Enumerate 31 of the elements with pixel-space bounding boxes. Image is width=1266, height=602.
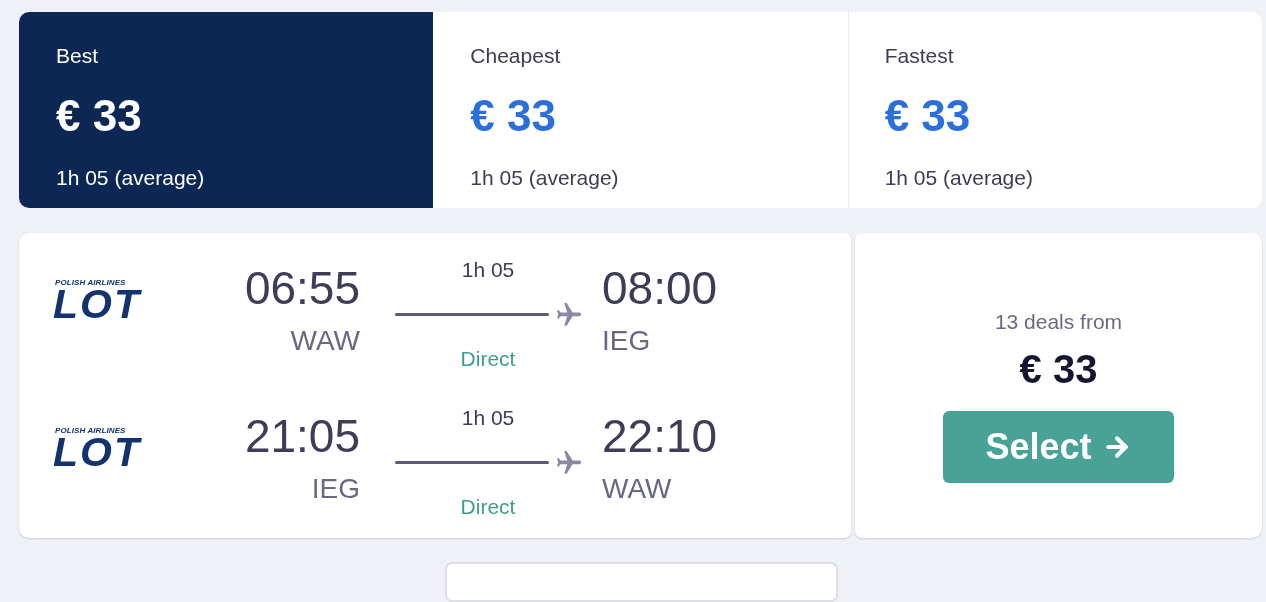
airplane-icon bbox=[557, 302, 581, 327]
airplane-icon bbox=[557, 450, 581, 475]
airline-logo-caption: POLISH AIRLINES bbox=[55, 425, 126, 435]
tab-duration: 1h 05 (average) bbox=[470, 166, 619, 190]
deals-label: 13 deals from bbox=[994, 309, 1123, 334]
tab-price: € 33 bbox=[56, 91, 142, 141]
flight-duration: 1h 05 bbox=[461, 405, 515, 430]
sort-tab[interactable]: Fastest € 33 1h 05 (average) bbox=[847, 12, 1262, 208]
arrival-airport: WAW bbox=[602, 471, 672, 506]
deals-price: € 33 bbox=[1019, 346, 1098, 391]
arrival-time: 22:10 bbox=[602, 409, 718, 462]
airline-logo-wordmark: LOT bbox=[53, 286, 141, 321]
departure-airport: IEG bbox=[311, 471, 360, 506]
sort-tab[interactable]: Best € 33 1h 05 (average) bbox=[19, 12, 434, 208]
tab-duration: 1h 05 (average) bbox=[884, 166, 1033, 190]
tab-price: € 33 bbox=[470, 91, 556, 141]
stops-label: Direct bbox=[460, 346, 516, 371]
airline-logo-wordmark: LOT bbox=[53, 434, 141, 469]
arrival-time: 08:00 bbox=[602, 261, 718, 314]
flight-duration: 1h 05 bbox=[461, 257, 515, 282]
tab-label: Best bbox=[56, 44, 99, 68]
stops-label: Direct bbox=[460, 494, 516, 519]
departure-airport: WAW bbox=[290, 323, 360, 358]
airline-logo-caption: POLISH AIRLINES bbox=[55, 277, 126, 287]
tab-label: Cheapest bbox=[470, 44, 561, 68]
tab-label: Fastest bbox=[884, 44, 954, 68]
departure-time: 21:05 bbox=[244, 409, 360, 462]
tab-price: € 33 bbox=[884, 91, 971, 141]
departure-time: 06:55 bbox=[244, 261, 360, 314]
arrival-airport: IEG bbox=[602, 323, 651, 358]
tab-duration: 1h 05 (average) bbox=[56, 166, 205, 190]
